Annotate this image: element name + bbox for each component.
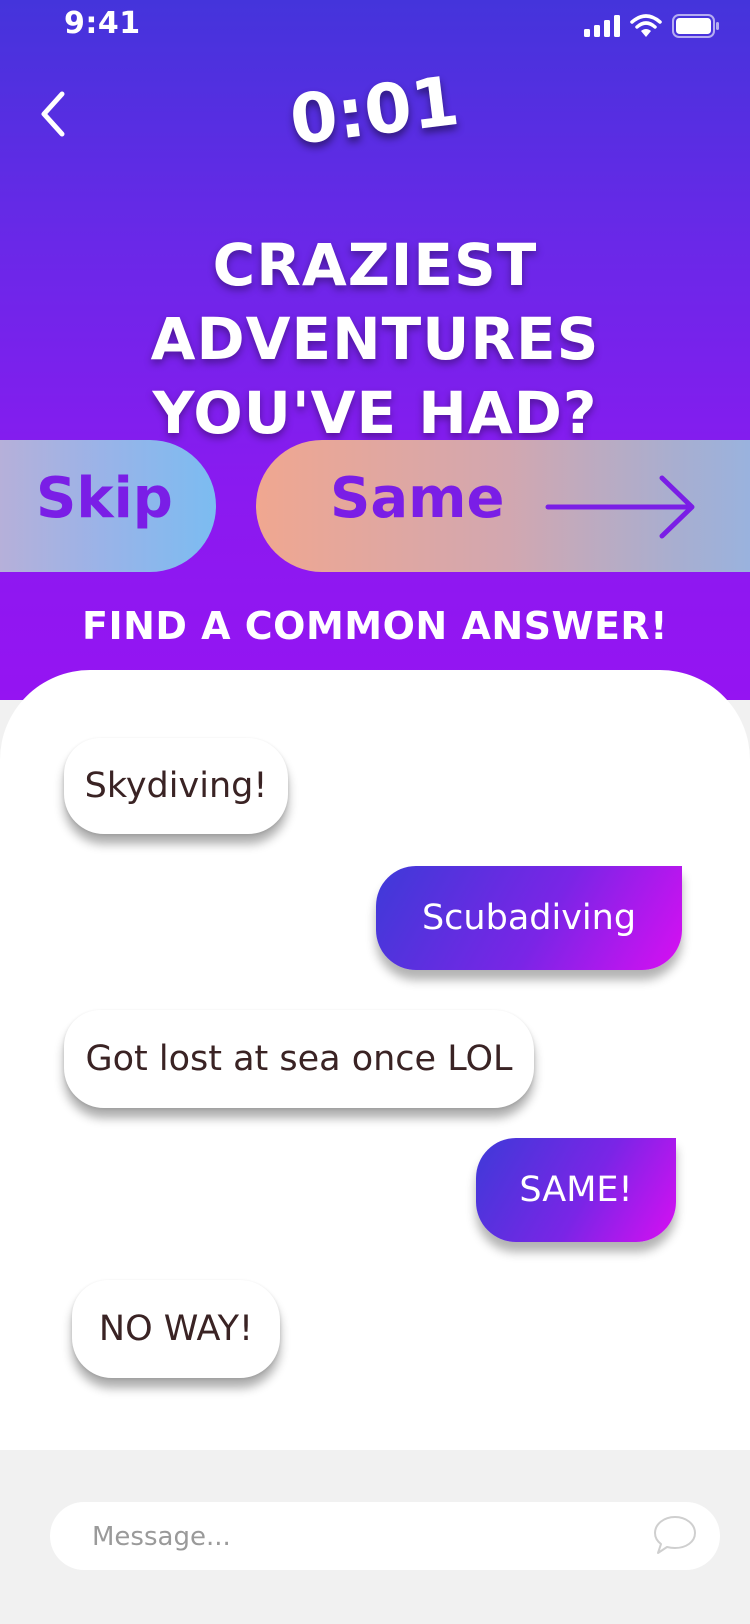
hint-text: FIND A COMMON ANSWER! (81, 604, 668, 648)
message-bubble-incoming: Got lost at sea once LOL (64, 1010, 534, 1108)
back-chevron-icon[interactable] (34, 88, 74, 140)
message-bubble-outgoing: SAME! (476, 1138, 676, 1242)
question-line-2: YOU'VE HAD? (152, 379, 598, 447)
message-text: Skydiving! (84, 766, 268, 806)
cellular-signal-icon (584, 15, 620, 37)
chat-bubble-icon[interactable] (652, 1514, 698, 1556)
status-time: 9:41 (64, 6, 141, 41)
message-input[interactable] (90, 1514, 624, 1560)
message-text: Got lost at sea once LOL (85, 1039, 513, 1079)
game-chat-screen: 9:41 0:01 CRAZIEST ADVENTURES YOU'VE HAD… (0, 0, 750, 1624)
question-title: CRAZIEST ADVENTURES YOU'VE HAD? (0, 228, 750, 450)
same-button[interactable] (256, 440, 750, 572)
message-text: SAME! (519, 1170, 633, 1210)
message-bubble-outgoing: Scubadiving (376, 866, 682, 970)
message-bubble-incoming: Skydiving! (64, 738, 288, 834)
message-text: Scubadiving (421, 898, 637, 938)
message-bubble-incoming: NO WAY! (72, 1280, 280, 1378)
message-text: NO WAY! (98, 1309, 254, 1349)
question-line-1: CRAZIEST ADVENTURES (150, 231, 600, 373)
status-icons (584, 14, 720, 38)
battery-icon (672, 14, 719, 38)
skip-button[interactable] (0, 440, 216, 572)
wifi-icon (630, 14, 662, 37)
